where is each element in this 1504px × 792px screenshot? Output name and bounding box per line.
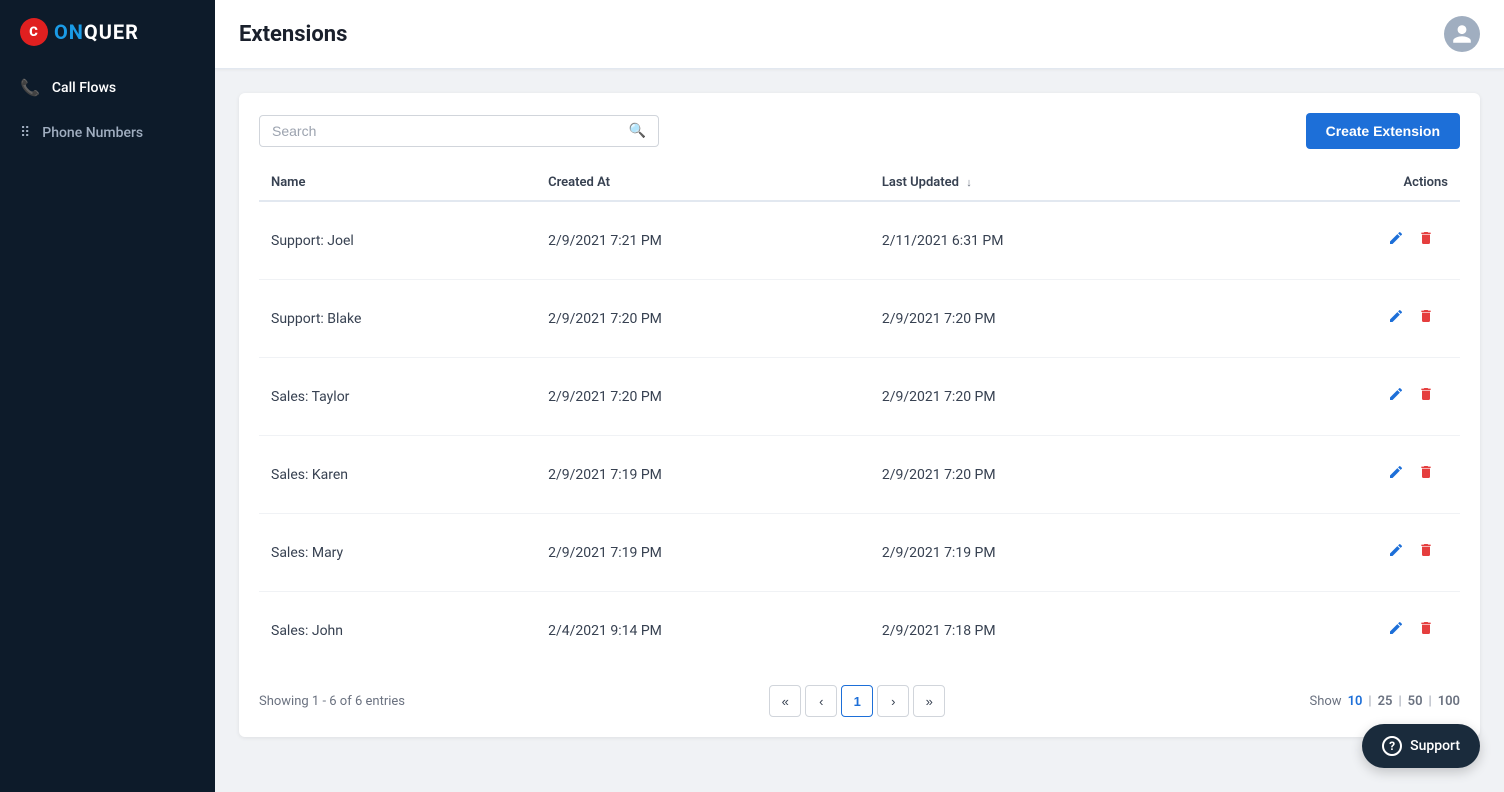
content-area: 🔍 Create Extension Name Created At Last … (215, 69, 1504, 792)
cell-actions (1223, 514, 1460, 592)
cell-created-at: 2/9/2021 7:21 PM (536, 201, 870, 280)
logo-text: ONQUER (54, 20, 139, 44)
delete-button[interactable] (1416, 540, 1436, 565)
cell-created-at: 2/4/2021 9:14 PM (536, 592, 870, 670)
create-extension-button[interactable]: Create Extension (1306, 113, 1460, 149)
cell-last-updated: 2/9/2021 7:18 PM (870, 592, 1223, 670)
delete-button[interactable] (1416, 228, 1436, 253)
sidebar-item-call-flows-label: Call Flows (52, 80, 116, 96)
show-25[interactable]: 25 (1378, 694, 1393, 709)
pagination-controls: « ‹ 1 › » (769, 685, 945, 717)
cell-actions (1223, 358, 1460, 436)
edit-button[interactable] (1386, 618, 1406, 643)
cell-name: Sales: Taylor (259, 358, 536, 436)
grid-icon: ⠿ (20, 125, 30, 141)
cell-actions (1223, 436, 1460, 514)
cell-last-updated: 2/9/2021 7:20 PM (870, 436, 1223, 514)
edit-button[interactable] (1386, 462, 1406, 487)
search-box: 🔍 (259, 115, 659, 147)
cell-name: Support: Blake (259, 280, 536, 358)
show-100[interactable]: 100 (1438, 694, 1460, 709)
cell-name: Sales: John (259, 592, 536, 670)
edit-button[interactable] (1386, 306, 1406, 331)
cell-name: Sales: Karen (259, 436, 536, 514)
col-last-updated[interactable]: Last Updated ↓ (870, 165, 1223, 201)
show-10[interactable]: 10 (1348, 694, 1363, 709)
sidebar-item-call-flows[interactable]: 📞 Call Flows (0, 64, 215, 111)
user-avatar[interactable] (1444, 16, 1480, 52)
delete-button[interactable] (1416, 618, 1436, 643)
cell-created-at: 2/9/2021 7:19 PM (536, 436, 870, 514)
sidebar-item-phone-numbers[interactable]: ⠿ Phone Numbers (0, 111, 215, 155)
extensions-card: 🔍 Create Extension Name Created At Last … (239, 93, 1480, 737)
table-header-row: Name Created At Last Updated ↓ Actions (259, 165, 1460, 201)
page-prev-btn[interactable]: ‹ (805, 685, 837, 717)
cell-name: Support: Joel (259, 201, 536, 280)
phone-icon: 📞 (20, 78, 40, 97)
show-controls: Show 10 | 25 | 50 | 100 (1310, 694, 1460, 709)
logo-icon: C (20, 18, 48, 46)
show-label: Show (1310, 694, 1342, 709)
page-last-btn[interactable]: » (913, 685, 945, 717)
table-row: Sales: Taylor 2/9/2021 7:20 PM 2/9/2021 … (259, 358, 1460, 436)
table-row: Support: Joel 2/9/2021 7:21 PM 2/11/2021… (259, 201, 1460, 280)
col-name: Name (259, 165, 536, 201)
page-1-btn[interactable]: 1 (841, 685, 873, 717)
delete-button[interactable] (1416, 384, 1436, 409)
edit-button[interactable] (1386, 540, 1406, 565)
delete-button[interactable] (1416, 462, 1436, 487)
col-created-at: Created At (536, 165, 870, 201)
support-button[interactable]: ? Support (1362, 724, 1480, 768)
page-next-btn[interactable]: › (877, 685, 909, 717)
search-icon[interactable]: 🔍 (629, 123, 646, 139)
extensions-table: Name Created At Last Updated ↓ Actions S… (259, 165, 1460, 669)
showing-text: Showing 1 - 6 of 6 entries (259, 694, 405, 709)
table-row: Support: Blake 2/9/2021 7:20 PM 2/9/2021… (259, 280, 1460, 358)
table-body: Support: Joel 2/9/2021 7:21 PM 2/11/2021… (259, 201, 1460, 669)
sort-icon: ↓ (966, 176, 972, 189)
cell-created-at: 2/9/2021 7:19 PM (536, 514, 870, 592)
cell-name: Sales: Mary (259, 514, 536, 592)
search-input[interactable] (272, 123, 621, 139)
cell-created-at: 2/9/2021 7:20 PM (536, 280, 870, 358)
edit-button[interactable] (1386, 228, 1406, 253)
page-first-btn[interactable]: « (769, 685, 801, 717)
sidebar-item-phone-numbers-label: Phone Numbers (42, 125, 143, 141)
col-actions: Actions (1223, 165, 1460, 201)
cell-actions (1223, 592, 1460, 670)
cell-last-updated: 2/11/2021 6:31 PM (870, 201, 1223, 280)
table-row: Sales: Mary 2/9/2021 7:19 PM 2/9/2021 7:… (259, 514, 1460, 592)
cell-last-updated: 2/9/2021 7:19 PM (870, 514, 1223, 592)
table-row: Sales: Karen 2/9/2021 7:19 PM 2/9/2021 7… (259, 436, 1460, 514)
support-label: Support (1410, 738, 1460, 754)
main-content: Extensions 🔍 Create Extension Name Creat… (215, 0, 1504, 792)
logo: C ONQUER (0, 0, 215, 64)
cell-created-at: 2/9/2021 7:20 PM (536, 358, 870, 436)
show-50[interactable]: 50 (1408, 694, 1423, 709)
cell-actions (1223, 201, 1460, 280)
table-row: Sales: John 2/4/2021 9:14 PM 2/9/2021 7:… (259, 592, 1460, 670)
top-bar: Extensions (215, 0, 1504, 69)
sidebar: C ONQUER 📞 Call Flows ⠿ Phone Numbers (0, 0, 215, 792)
page-title: Extensions (239, 22, 347, 47)
cell-last-updated: 2/9/2021 7:20 PM (870, 358, 1223, 436)
pagination-bar: Showing 1 - 6 of 6 entries « ‹ 1 › » Sho… (259, 685, 1460, 717)
edit-button[interactable] (1386, 384, 1406, 409)
delete-button[interactable] (1416, 306, 1436, 331)
toolbar: 🔍 Create Extension (259, 113, 1460, 149)
cell-last-updated: 2/9/2021 7:20 PM (870, 280, 1223, 358)
cell-actions (1223, 280, 1460, 358)
support-icon: ? (1382, 736, 1402, 756)
